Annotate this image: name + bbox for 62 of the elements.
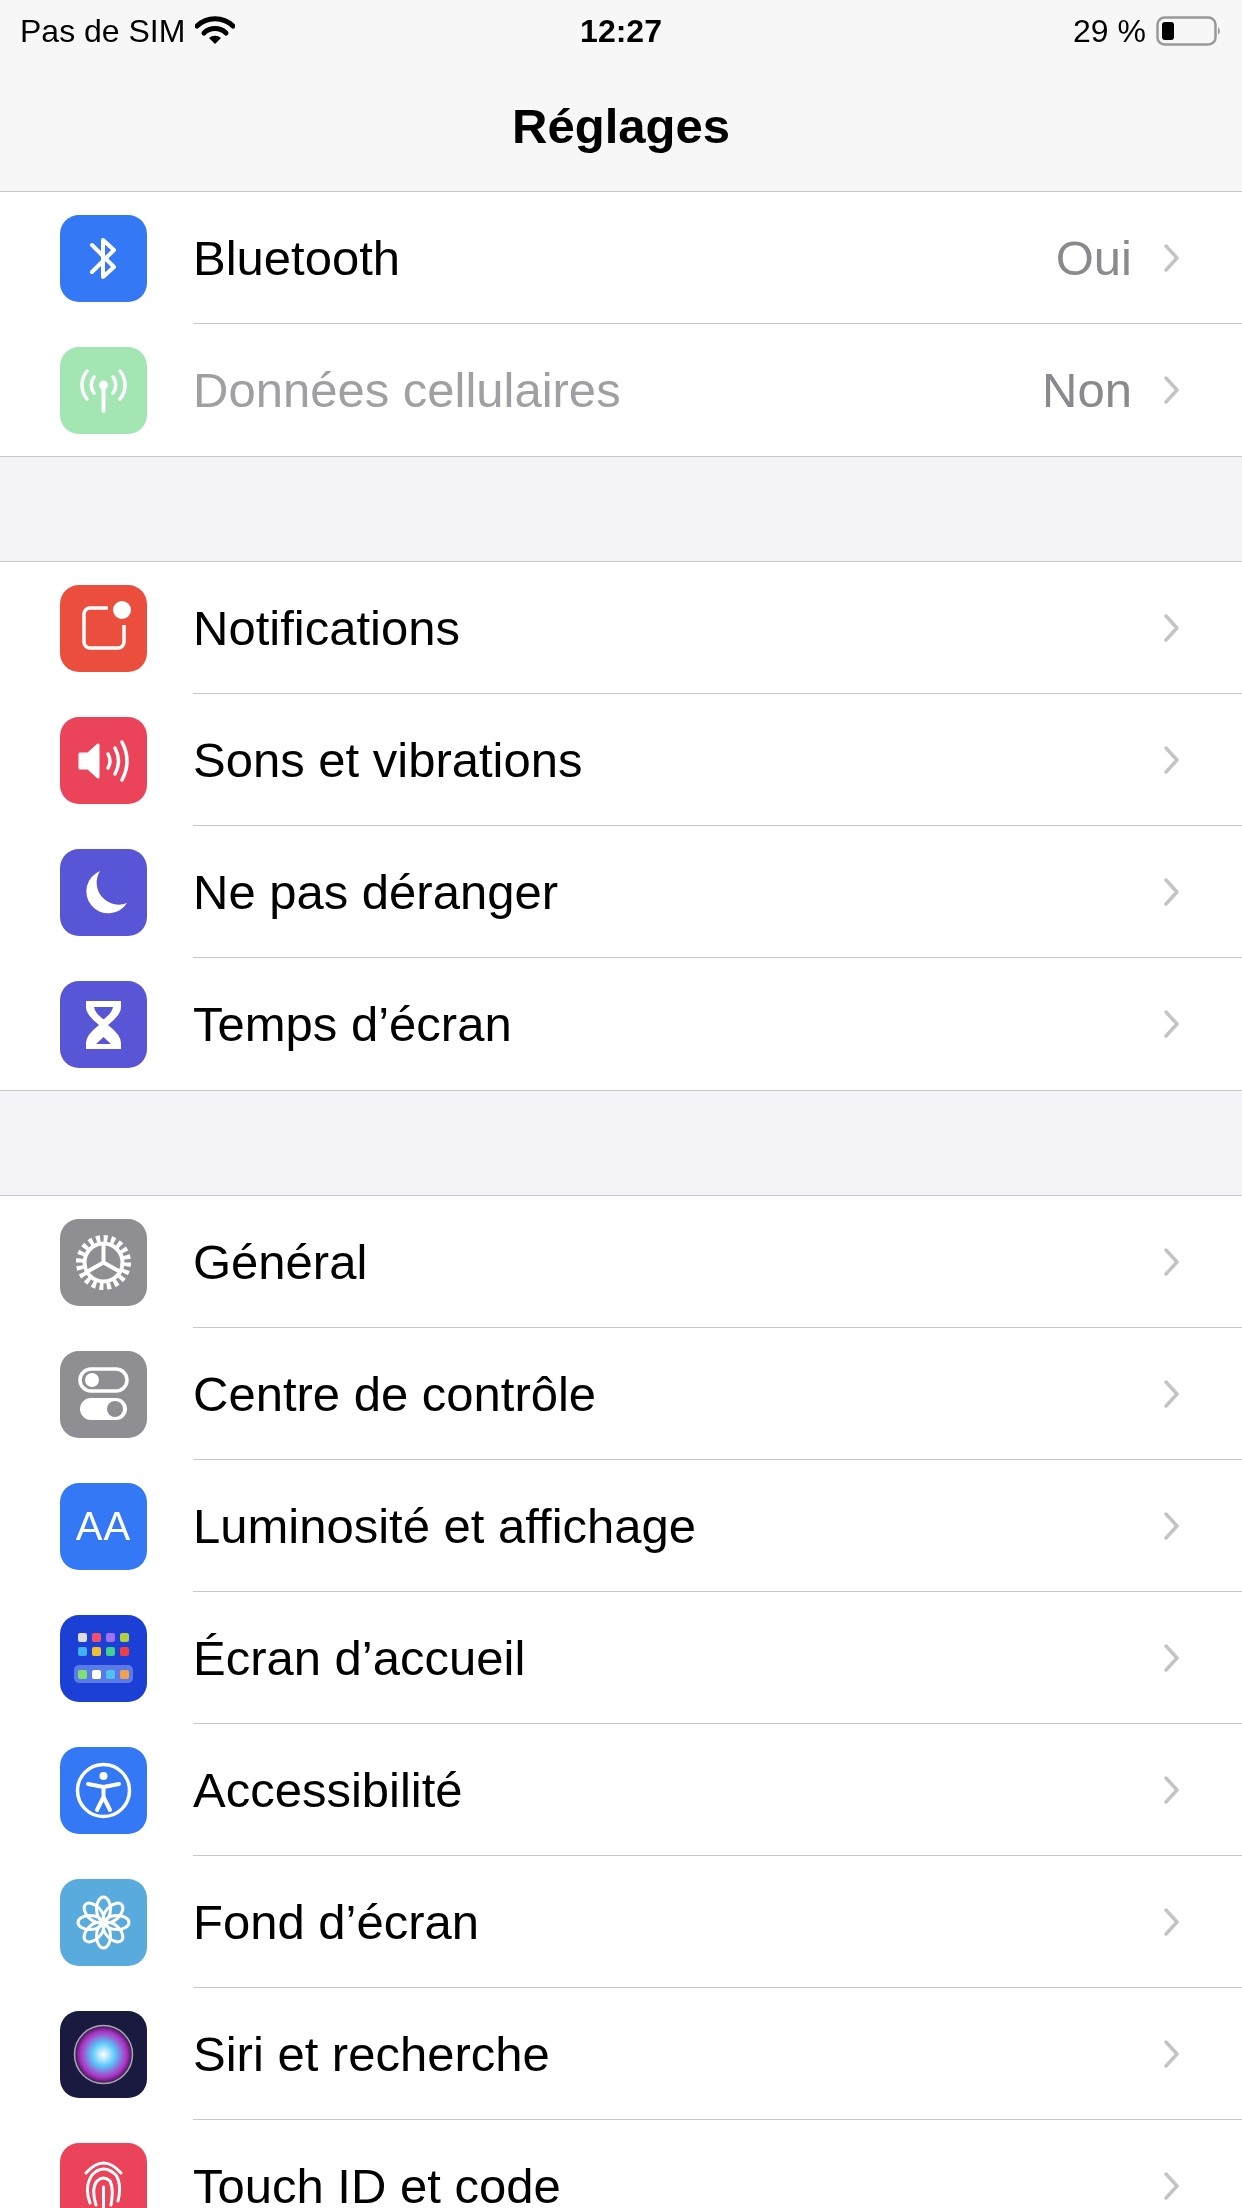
accessibility-icon bbox=[60, 1746, 147, 1834]
settings-row[interactable]: Général bbox=[0, 1196, 1242, 1328]
wifi-icon bbox=[195, 16, 236, 46]
settings-row[interactable]: Centre de contrôle bbox=[0, 1328, 1242, 1460]
row-label: Temps d’écran bbox=[193, 996, 512, 1052]
settings-row[interactable]: Fond d’écran bbox=[0, 1856, 1242, 1988]
row-label: Général bbox=[193, 1233, 368, 1290]
settings-row[interactable]: AA Luminosité et affichage bbox=[0, 1460, 1242, 1592]
settings-row[interactable]: Notifications bbox=[0, 562, 1242, 694]
chevron-icon bbox=[1164, 2039, 1180, 2068]
chevron-icon bbox=[1164, 1511, 1180, 1540]
row-label: Touch ID et code bbox=[193, 2158, 561, 2208]
row-label: Centre de contrôle bbox=[193, 1365, 597, 1422]
settings-row[interactable]: Touch ID et code bbox=[0, 2120, 1242, 2208]
hourglass-icon bbox=[60, 980, 147, 1068]
app-grid-icon bbox=[60, 1614, 147, 1702]
row-label: Sons et vibrations bbox=[193, 731, 583, 788]
toggle-switches-icon bbox=[60, 1350, 147, 1438]
chevron-icon bbox=[1164, 2172, 1180, 2200]
text-size-icon: AA bbox=[75, 1506, 132, 1546]
chevron-icon bbox=[1164, 243, 1180, 272]
settings-row[interactable]: Sons et vibrations bbox=[0, 694, 1242, 826]
settings-row[interactable]: Écran d’accueil bbox=[0, 1592, 1242, 1724]
row-label: Siri et recherche bbox=[193, 2025, 550, 2082]
antenna-icon bbox=[60, 346, 147, 434]
row-label: Bluetooth bbox=[193, 229, 401, 286]
notification-icon bbox=[60, 584, 147, 672]
row-label: Données cellulaires bbox=[193, 362, 621, 418]
chevron-icon bbox=[1164, 376, 1180, 404]
settings-row[interactable]: Bluetooth Oui bbox=[0, 192, 1242, 324]
settings-row[interactable]: Ne pas déranger bbox=[0, 826, 1242, 958]
row-label: Ne pas déranger bbox=[193, 863, 558, 920]
settings-row[interactable]: Temps d’écran bbox=[0, 958, 1242, 1090]
chevron-icon bbox=[1164, 1643, 1180, 1672]
row-label: Notifications bbox=[193, 599, 460, 656]
flower-icon bbox=[60, 1878, 147, 1966]
bluetooth-icon bbox=[60, 214, 147, 302]
settings-row[interactable]: Accessibilité bbox=[0, 1724, 1242, 1856]
chevron-icon bbox=[1164, 1247, 1180, 1276]
clock-time: 12:27 bbox=[579, 12, 663, 50]
battery-percentage: 29 % bbox=[1073, 12, 1146, 50]
row-value: Non bbox=[1042, 362, 1132, 418]
chevron-icon bbox=[1164, 1379, 1180, 1408]
orb-icon bbox=[60, 2010, 147, 2098]
battery-icon bbox=[1156, 16, 1222, 46]
moon-icon bbox=[60, 848, 147, 936]
carrier-label: Pas de SIM bbox=[20, 12, 186, 50]
row-value: Oui bbox=[1055, 229, 1132, 286]
chevron-icon bbox=[1164, 745, 1180, 774]
gear-icon bbox=[60, 1218, 147, 1306]
speaker-icon bbox=[60, 716, 147, 804]
row-label: Luminosité et affichage bbox=[193, 1497, 697, 1554]
settings-row[interactable]: Siri et recherche bbox=[0, 1988, 1242, 2120]
chevron-icon bbox=[1164, 1775, 1180, 1804]
row-label: Écran d’accueil bbox=[193, 1629, 526, 1686]
row-label: Fond d’écran bbox=[193, 1893, 479, 1950]
chevron-icon bbox=[1164, 613, 1180, 642]
chevron-icon bbox=[1164, 1907, 1180, 1936]
page-title: Réglages bbox=[512, 97, 730, 155]
chevron-icon bbox=[1164, 1010, 1180, 1038]
row-label: Accessibilité bbox=[193, 1761, 463, 1818]
chevron-icon bbox=[1164, 877, 1180, 906]
